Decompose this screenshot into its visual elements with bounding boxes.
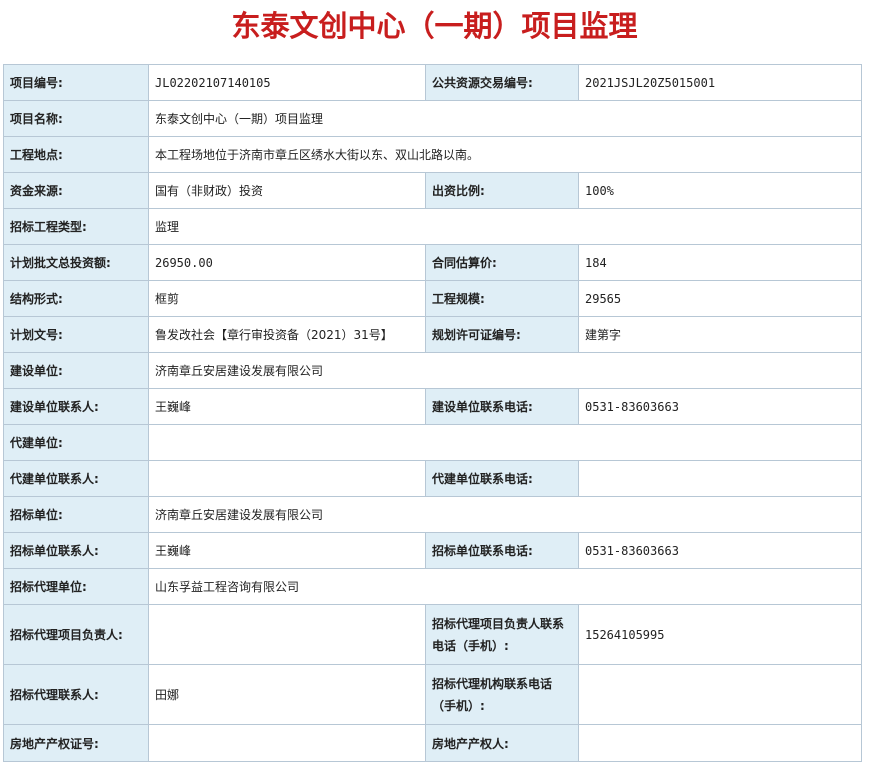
structure-value: 框剪 (148, 280, 426, 317)
tenderer-value: 济南章丘安居建设发展有限公司 (148, 496, 862, 533)
project-info-table: 项目编号: JL02202107140105 公共资源交易编号: 2021JSJ… (3, 64, 862, 762)
table-row: 招标单位联系人: 王巍峰 招标单位联系电话: 0531-83603663 (3, 532, 862, 569)
agent-org-phone-label: 招标代理机构联系电话（手机）: (425, 664, 579, 725)
table-row: 招标代理项目负责人: 招标代理项目负责人联系电话（手机）: 1526410599… (3, 604, 862, 665)
bid-type-label: 招标工程类型: (3, 208, 149, 245)
fund-ratio-value: 100% (578, 172, 862, 209)
agent-contact-value: 田娜 (148, 664, 426, 725)
table-row: 结构形式: 框剪 工程规模: 29565 (3, 280, 862, 317)
property-owner-value (578, 724, 862, 762)
agent-contact-label: 招标代理联系人: (3, 664, 149, 725)
agent-pm-label: 招标代理项目负责人: (3, 604, 149, 665)
plan-doc-label: 计划文号: (3, 316, 149, 353)
total-invest-value: 26950.00 (148, 244, 426, 281)
table-row: 资金来源: 国有（非财政）投资 出资比例: 100% (3, 172, 862, 209)
property-cert-value (148, 724, 426, 762)
plan-doc-value: 鲁发改社会【章行审投资备（2021）31号】 (148, 316, 426, 353)
project-no-label: 项目编号: (3, 64, 149, 101)
fund-ratio-label: 出资比例: (425, 172, 579, 209)
contract-price-value: 184 (578, 244, 862, 281)
property-owner-label: 房地产产权人: (425, 724, 579, 762)
location-label: 工程地点: (3, 136, 149, 173)
scale-value: 29565 (578, 280, 862, 317)
permit-no-value: 建第字 (578, 316, 862, 353)
agent-builder-phone-value (578, 460, 862, 497)
contract-price-label: 合同估算价: (425, 244, 579, 281)
agent-builder-contact-value (148, 460, 426, 497)
agent-org-phone-value (578, 664, 862, 725)
project-name-value: 东泰文创中心（一期）项目监理 (148, 100, 862, 137)
tenderer-contact-label: 招标单位联系人: (3, 532, 149, 569)
page-title: 东泰文创中心（一期）项目监理 (231, 9, 638, 43)
fund-source-value: 国有（非财政）投资 (148, 172, 426, 209)
tender-agent-label: 招标代理单位: (3, 568, 149, 605)
permit-no-label: 规划许可证编号: (425, 316, 579, 353)
builder-value: 济南章丘安居建设发展有限公司 (148, 352, 862, 389)
tenderer-contact-value: 王巍峰 (148, 532, 426, 569)
builder-contact-value: 王巍峰 (148, 388, 426, 425)
table-row: 招标单位: 济南章丘安居建设发展有限公司 (3, 496, 862, 533)
agent-builder-value (148, 424, 862, 461)
agent-builder-phone-label: 代建单位联系电话: (425, 460, 579, 497)
builder-contact-label: 建设单位联系人: (3, 388, 149, 425)
builder-phone-value: 0531-83603663 (578, 388, 862, 425)
trade-no-label: 公共资源交易编号: (425, 64, 579, 101)
agent-pm-value (148, 604, 426, 665)
table-row: 计划批文总投资额: 26950.00 合同估算价: 184 (3, 244, 862, 281)
project-name-label: 项目名称: (3, 100, 149, 137)
tenderer-phone-label: 招标单位联系电话: (425, 532, 579, 569)
scale-label: 工程规模: (425, 280, 579, 317)
table-row: 建设单位联系人: 王巍峰 建设单位联系电话: 0531-83603663 (3, 388, 862, 425)
property-cert-label: 房地产产权证号: (3, 724, 149, 762)
table-row: 招标代理单位: 山东孚益工程咨询有限公司 (3, 568, 862, 605)
table-row: 建设单位: 济南章丘安居建设发展有限公司 (3, 352, 862, 389)
table-row: 项目编号: JL02202107140105 公共资源交易编号: 2021JSJ… (3, 64, 862, 101)
table-row: 项目名称: 东泰文创中心（一期）项目监理 (3, 100, 862, 137)
total-invest-label: 计划批文总投资额: (3, 244, 149, 281)
agent-pm-phone-value: 15264105995 (578, 604, 862, 665)
agent-builder-contact-label: 代建单位联系人: (3, 460, 149, 497)
agent-builder-label: 代建单位: (3, 424, 149, 461)
builder-label: 建设单位: (3, 352, 149, 389)
bid-type-value: 监理 (148, 208, 862, 245)
tender-agent-value: 山东孚益工程咨询有限公司 (148, 568, 862, 605)
fund-source-label: 资金来源: (3, 172, 149, 209)
trade-no-value: 2021JSJL20Z5015001 (578, 64, 862, 101)
table-row: 代建单位联系人: 代建单位联系电话: (3, 460, 862, 497)
builder-phone-label: 建设单位联系电话: (425, 388, 579, 425)
agent-pm-phone-label: 招标代理项目负责人联系电话（手机）: (425, 604, 579, 665)
project-no-value: JL02202107140105 (148, 64, 426, 101)
table-row: 房地产产权证号: 房地产产权人: (3, 724, 862, 762)
structure-label: 结构形式: (3, 280, 149, 317)
location-value: 本工程场地位于济南市章丘区绣水大街以东、双山北路以南。 (148, 136, 862, 173)
table-row: 工程地点: 本工程场地位于济南市章丘区绣水大街以东、双山北路以南。 (3, 136, 862, 173)
table-row: 招标工程类型: 监理 (3, 208, 862, 245)
tenderer-label: 招标单位: (3, 496, 149, 533)
table-row: 招标代理联系人: 田娜 招标代理机构联系电话（手机）: (3, 664, 862, 725)
tenderer-phone-value: 0531-83603663 (578, 532, 862, 569)
table-row: 计划文号: 鲁发改社会【章行审投资备（2021）31号】 规划许可证编号: 建第… (3, 316, 862, 353)
table-row: 代建单位: (3, 424, 862, 461)
